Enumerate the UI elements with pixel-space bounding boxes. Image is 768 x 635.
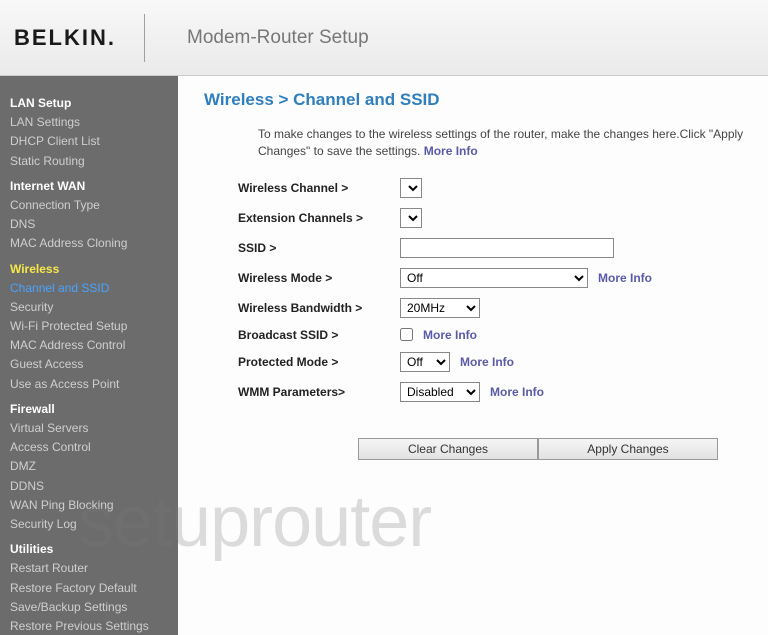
sidebar: LAN SetupLAN SettingsDHCP Client ListSta… [0, 76, 178, 635]
wireless-channel-select[interactable] [400, 178, 422, 198]
protected-mode-label: Protected Mode > [238, 355, 400, 369]
brand-logo: BELKIN. [0, 14, 145, 62]
sidebar-item[interactable]: Restart Router [10, 559, 178, 578]
sidebar-item[interactable]: Static Routing [10, 152, 178, 171]
broadcast-ssid-label: Broadcast SSID > [238, 328, 400, 342]
sidebar-item[interactable]: Security [10, 298, 178, 317]
extension-channels-label: Extension Channels > [238, 211, 400, 225]
ssid-input[interactable] [400, 238, 614, 258]
sidebar-item[interactable]: Connection Type [10, 196, 178, 215]
broadcast-ssid-more-info-link[interactable]: More Info [423, 328, 477, 342]
sidebar-section-head: LAN Setup [10, 94, 178, 113]
header-title: Modem-Router Setup [145, 27, 369, 49]
sidebar-item[interactable]: MAC Address Control [10, 336, 178, 355]
sidebar-item[interactable]: LAN Settings [10, 113, 178, 132]
sidebar-item[interactable]: Virtual Servers [10, 419, 178, 438]
wireless-channel-label: Wireless Channel > [238, 181, 400, 195]
sidebar-item[interactable]: MAC Address Cloning [10, 234, 178, 253]
sidebar-section-head: Internet WAN [10, 177, 178, 196]
intro-text: To make changes to the wireless settings… [258, 126, 758, 160]
wireless-bandwidth-select[interactable]: 20MHz [400, 298, 480, 318]
sidebar-item[interactable]: DNS [10, 215, 178, 234]
apply-changes-button[interactable]: Apply Changes [538, 438, 718, 460]
wmm-parameters-more-info-link[interactable]: More Info [490, 385, 544, 399]
clear-changes-button[interactable]: Clear Changes [358, 438, 538, 460]
wireless-mode-more-info-link[interactable]: More Info [598, 271, 652, 285]
wireless-mode-select[interactable]: Off [400, 268, 588, 288]
sidebar-item[interactable]: Security Log [10, 515, 178, 534]
sidebar-section-head: Firewall [10, 400, 178, 419]
sidebar-item[interactable]: Use as Access Point [10, 375, 178, 394]
sidebar-item[interactable]: Save/Backup Settings [10, 598, 178, 617]
header: BELKIN. Modem-Router Setup [0, 0, 768, 76]
sidebar-item[interactable]: Wi-Fi Protected Setup [10, 317, 178, 336]
wireless-bandwidth-label: Wireless Bandwidth > [238, 301, 400, 315]
wireless-mode-label: Wireless Mode > [238, 271, 400, 285]
sidebar-item[interactable]: DHCP Client List [10, 132, 178, 151]
sidebar-item[interactable]: WAN Ping Blocking [10, 496, 178, 515]
sidebar-item[interactable]: DDNS [10, 477, 178, 496]
sidebar-item[interactable]: Restore Previous Settings [10, 617, 178, 635]
intro-body: To make changes to the wireless settings… [258, 127, 743, 158]
wmm-parameters-select[interactable]: Disabled [400, 382, 480, 402]
broadcast-ssid-checkbox[interactable] [400, 328, 413, 341]
ssid-label: SSID > [238, 241, 400, 255]
breadcrumb: Wireless > Channel and SSID [204, 90, 768, 110]
sidebar-section-head: Utilities [10, 540, 178, 559]
wmm-parameters-label: WMM Parameters> [238, 385, 400, 399]
extension-channels-select[interactable] [400, 208, 422, 228]
sidebar-section-head: Wireless [10, 260, 178, 279]
sidebar-item[interactable]: Restore Factory Default [10, 579, 178, 598]
protected-mode-select[interactable]: Off [400, 352, 450, 372]
sidebar-item[interactable]: Guest Access [10, 355, 178, 374]
intro-more-info-link[interactable]: More Info [424, 144, 478, 158]
sidebar-item[interactable]: Channel and SSID [10, 279, 178, 298]
sidebar-item[interactable]: Access Control [10, 438, 178, 457]
content: setuprouter Wireless > Channel and SSID … [178, 76, 768, 635]
sidebar-item[interactable]: DMZ [10, 457, 178, 476]
protected-mode-more-info-link[interactable]: More Info [460, 355, 514, 369]
